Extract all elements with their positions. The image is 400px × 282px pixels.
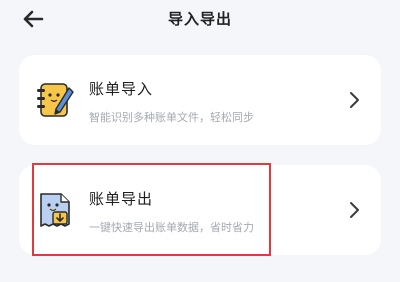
bill-import-card[interactable]: 账单导入 智能识别多种账单文件，轻松同步 (19, 55, 381, 145)
card-title: 账单导入 (89, 80, 154, 98)
card-title: 账单导出 (89, 190, 154, 208)
document-export-icon (40, 193, 70, 227)
page-title: 导入导出 (167, 10, 232, 28)
chevron-right-icon (350, 202, 359, 218)
notebook-pen-icon (37, 83, 74, 117)
card-description: 一键快速导出账单数据，省时省力 (89, 221, 254, 234)
top-bar: 导入导出 (0, 0, 400, 40)
chevron-right-icon (350, 92, 359, 108)
bill-export-card[interactable]: 账单导出 一键快速导出账单数据，省时省力 (19, 165, 381, 255)
card-description: 智能识别多种账单文件，轻松同步 (89, 111, 254, 124)
